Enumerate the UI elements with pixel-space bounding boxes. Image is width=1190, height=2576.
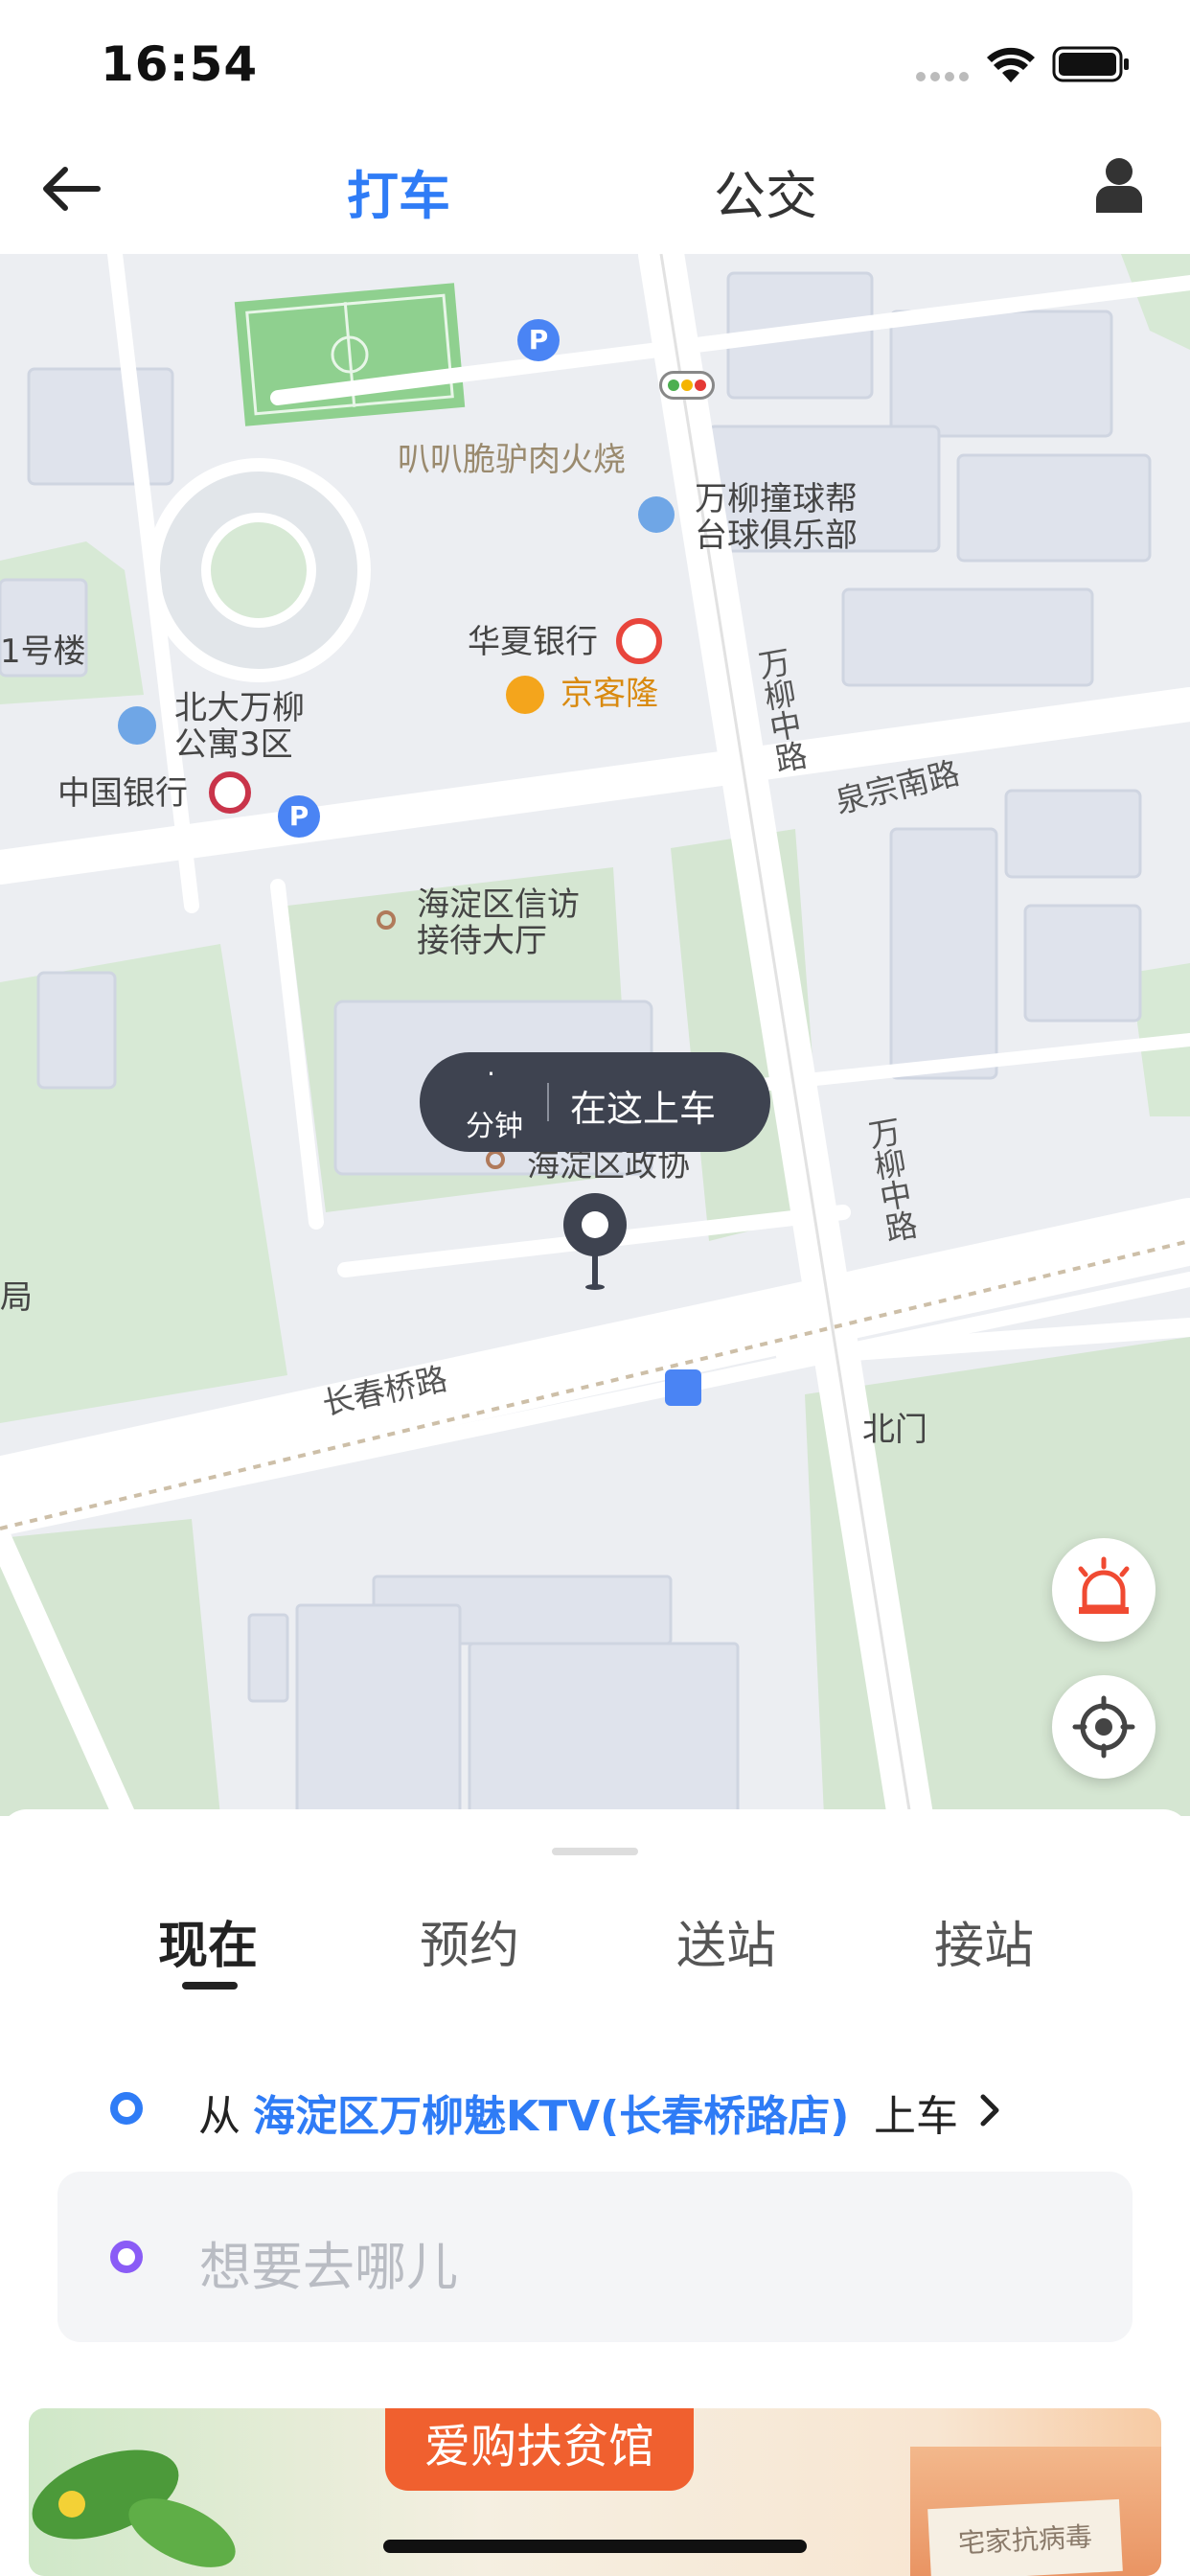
drag-handle[interactable] xyxy=(552,1848,638,1855)
boc-icon xyxy=(209,771,251,814)
vegetable-image xyxy=(32,2450,236,2567)
poi-xinfang[interactable]: 海淀区信访 接待大厅 xyxy=(417,886,580,959)
poi-boc[interactable]: 中国银行 xyxy=(57,775,188,812)
poi-hxbank[interactable]: 华夏银行 xyxy=(468,624,598,660)
parking-icon: P xyxy=(278,795,320,838)
poi-billiards[interactable]: 万柳撞球帮 台球俱乐部 xyxy=(695,481,858,554)
destination-dot-icon xyxy=(110,2241,143,2273)
tab-bus[interactable]: 公交 xyxy=(714,153,817,229)
map-view[interactable]: 叭叭脆驴肉火烧 万柳撞球帮 台球俱乐部 华夏银行 京客隆 1号楼 北大万柳 公寓… xyxy=(0,254,1190,1816)
poi-billiards-line1: 万柳撞球帮 xyxy=(695,480,858,518)
poi-dot-icon xyxy=(486,1150,505,1169)
poi-xinfang-line2: 接待大厅 xyxy=(417,922,547,960)
poi-billiards-line2: 台球俱乐部 xyxy=(695,517,858,555)
poi-jingkelong[interactable]: 京客隆 xyxy=(561,676,658,712)
poi-apartment[interactable]: 北大万柳 公寓3区 xyxy=(174,690,305,763)
eta-dot: · xyxy=(487,1058,495,1090)
destination-input[interactable]: 想要去哪儿 xyxy=(57,2172,1133,2342)
banner-title: 爱购扶贫馆 xyxy=(385,2408,694,2491)
tab-active-indicator xyxy=(182,1982,238,1990)
poi-apartment-line2: 公寓3区 xyxy=(174,725,293,764)
user-icon[interactable] xyxy=(1094,157,1144,215)
poi-ju[interactable]: 局 xyxy=(0,1279,33,1316)
signal-icon xyxy=(915,69,971,82)
home-indicator[interactable] xyxy=(383,2540,807,2553)
alarm-button[interactable] xyxy=(1052,1538,1156,1642)
poi-apartment-line1: 北大万柳 xyxy=(174,689,305,727)
ride-panel: 现在 预约 送站 接站 从 海淀区万柳魅KTV(长春桥路店) 上车 想要去哪儿 … xyxy=(0,1809,1190,2576)
traffic-light-icon xyxy=(659,371,715,400)
pickup-tooltip[interactable]: · 分钟 在这上车 xyxy=(420,1052,770,1152)
hxbank-icon xyxy=(616,618,662,664)
tab-taxi[interactable]: 打车 xyxy=(347,153,450,229)
parking-icon: P xyxy=(517,319,560,361)
product-box: 宅家抗病毒 xyxy=(910,2447,1161,2576)
poi-bbq[interactable]: 叭叭脆驴肉火烧 xyxy=(398,442,626,478)
map-base xyxy=(0,254,1190,1816)
top-nav: 打车 公交 xyxy=(0,125,1190,254)
eta-label: 分钟 xyxy=(466,1110,523,1143)
tab-airport-dropoff[interactable]: 送站 xyxy=(676,1905,776,1977)
tab-reserve[interactable]: 预约 xyxy=(420,1905,519,1977)
back-arrow-icon[interactable] xyxy=(38,163,102,215)
poi-dot-icon xyxy=(377,910,396,930)
product-box-label: 宅家抗病毒 xyxy=(927,2498,1123,2576)
poi-beimen[interactable]: 北门 xyxy=(862,1412,927,1448)
tab-now[interactable]: 现在 xyxy=(158,1905,258,1977)
pickup-here-label: 在这上车 xyxy=(570,1088,717,1130)
status-time: 16:54 xyxy=(101,36,259,92)
pickup-suffix: 上车 xyxy=(874,2092,958,2141)
poi-building1[interactable]: 1号楼 xyxy=(0,633,86,670)
home-icon xyxy=(118,706,156,745)
tab-airport-pickup[interactable]: 接站 xyxy=(934,1905,1034,1977)
pickup-location: 海淀区万柳魅KTV(长春桥路店) xyxy=(253,2092,850,2141)
bus-stop-icon xyxy=(665,1369,701,1406)
locate-button[interactable] xyxy=(1052,1675,1156,1779)
locate-icon xyxy=(1072,1695,1135,1759)
chevron-right-icon xyxy=(975,2089,1004,2131)
battery-icon xyxy=(1052,46,1131,82)
status-bar: 16:54 xyxy=(0,0,1190,125)
poi-zhengxie[interactable]: 海淀区政协 xyxy=(527,1147,690,1184)
tooltip-divider xyxy=(547,1083,549,1121)
shop-icon xyxy=(506,676,544,714)
destination-placeholder: 想要去哪儿 xyxy=(199,2237,458,2297)
wifi-icon xyxy=(985,44,1037,84)
pickup-prefix: 从 xyxy=(198,2092,240,2141)
alarm-icon xyxy=(1078,1556,1130,1614)
pickup-row[interactable]: 从 海淀区万柳魅KTV(长春桥路店) 上车 xyxy=(0,2068,1190,2154)
pickup-dot-icon xyxy=(110,2092,143,2125)
billiards-icon xyxy=(638,496,675,533)
poi-xinfang-line1: 海淀区信访 xyxy=(417,886,580,924)
location-pin-icon xyxy=(560,1193,630,1291)
